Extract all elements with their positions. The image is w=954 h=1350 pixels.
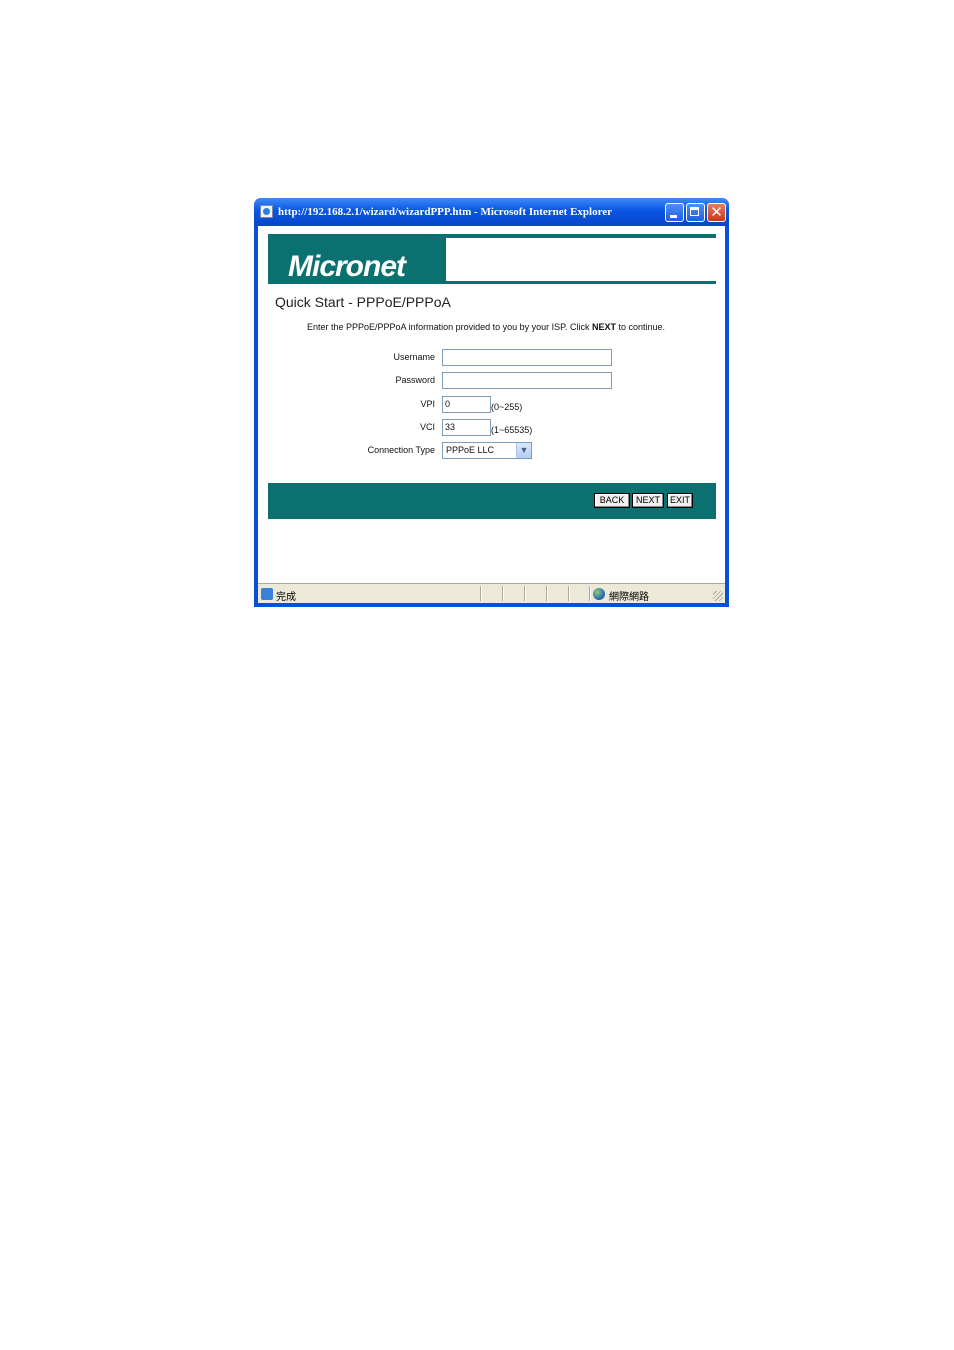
logo-banner: Micronet <box>268 234 446 284</box>
back-button[interactable]: BACK <box>594 493 630 508</box>
security-zone-text: 網際網路 <box>609 592 649 603</box>
connection-type-select[interactable]: PPPoE LLC ▼ <box>442 442 532 459</box>
next-keyword: NEXT <box>592 322 617 332</box>
password-input[interactable] <box>442 372 612 389</box>
instruction-text: Enter the PPPoE/PPPoA information provid… <box>307 322 666 332</box>
page-title: Quick Start - PPPoE/PPPoA <box>275 294 451 310</box>
maximize-button[interactable] <box>686 203 705 222</box>
internet-zone-icon <box>593 588 605 600</box>
exit-button[interactable]: EXIT <box>667 493 693 508</box>
close-icon: ✕ <box>710 204 723 221</box>
page-done-icon <box>261 588 273 600</box>
vpi-label: VPI <box>420 399 435 409</box>
connection-type-label: Connection Type <box>367 445 435 455</box>
connection-type-value: PPPoE LLC <box>446 445 495 455</box>
resize-grip[interactable] <box>713 591 723 601</box>
status-divider <box>568 586 569 601</box>
status-divider <box>524 586 525 601</box>
button-bar: BACK NEXT EXIT <box>268 483 716 519</box>
ie-page-icon <box>260 205 273 218</box>
status-divider <box>480 586 481 601</box>
status-bar: 完成 網際網路 <box>258 583 725 603</box>
status-divider <box>589 586 590 601</box>
vpi-range-hint: (0~255) <box>491 402 523 412</box>
minimize-button[interactable] <box>665 203 684 222</box>
page-content: Micronet Quick Start - PPPoE/PPPoA Enter… <box>258 226 725 583</box>
status-divider <box>546 586 547 601</box>
vci-range-hint: (1~65535) <box>491 425 533 435</box>
browser-window: http://192.168.2.1/wizard/wizardPPP.htm … <box>254 198 729 607</box>
title-bar[interactable]: http://192.168.2.1/wizard/wizardPPP.htm … <box>254 198 729 226</box>
vci-label: VCI <box>419 422 435 432</box>
close-button[interactable]: ✕ <box>707 203 726 222</box>
next-button[interactable]: NEXT <box>632 493 664 508</box>
status-text: 完成 <box>276 592 296 603</box>
status-divider <box>502 586 503 601</box>
header-bottom-rule <box>268 281 716 284</box>
vci-input[interactable]: 33 <box>442 419 491 436</box>
vpi-input[interactable]: 0 <box>442 396 491 413</box>
chevron-down-icon[interactable]: ▼ <box>516 443 531 458</box>
micronet-logo: Micronet <box>288 250 406 283</box>
password-label: Password <box>395 375 435 385</box>
window-title: http://192.168.2.1/wizard/wizardPPP.htm … <box>278 206 613 218</box>
username-label: Username <box>393 352 435 362</box>
username-input[interactable] <box>442 349 612 366</box>
